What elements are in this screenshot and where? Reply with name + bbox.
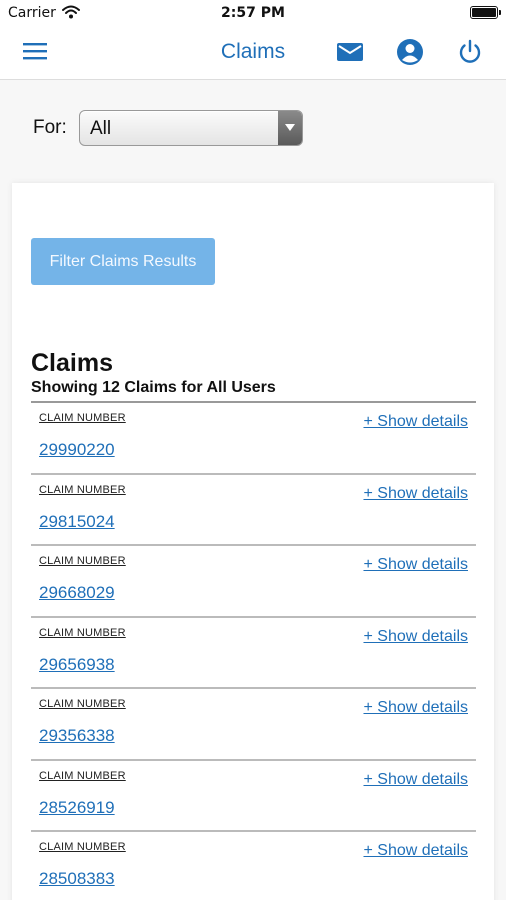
claims-card: Filter Claims Results Claims Showing 12 …: [12, 183, 494, 900]
claim-row: CLAIM NUMBER 28508383 + Show details: [31, 832, 476, 900]
claims-heading: Claims: [31, 349, 113, 377]
filter-claims-button[interactable]: Filter Claims Results: [31, 238, 215, 285]
status-time: 2:57 PM: [221, 5, 285, 21]
claim-number-link[interactable]: 29990220: [39, 440, 115, 460]
claim-number-label: CLAIM NUMBER: [39, 412, 126, 424]
show-details-link[interactable]: + Show details: [363, 771, 468, 789]
claim-row: CLAIM NUMBER 29990220 + Show details: [31, 403, 476, 475]
user-select[interactable]: All: [79, 110, 303, 146]
page-title: Claims: [220, 40, 286, 63]
status-bar: Carrier 2:57 PM: [0, 0, 506, 28]
chevron-down-icon: [278, 111, 302, 145]
claim-number-label: CLAIM NUMBER: [39, 626, 126, 639]
show-details-link[interactable]: + Show details: [363, 485, 468, 503]
show-details-link[interactable]: + Show details: [363, 628, 468, 646]
show-details-link[interactable]: + Show details: [363, 556, 468, 574]
claim-row: CLAIM NUMBER 29656938 + Show details: [31, 618, 476, 689]
mail-icon[interactable]: [336, 38, 366, 68]
claim-row: CLAIM NUMBER 29815024 + Show details: [31, 475, 476, 546]
claim-number-link[interactable]: 29815024: [39, 512, 115, 532]
claim-number-link[interactable]: 29668029: [39, 583, 115, 603]
show-details-link[interactable]: + Show details: [363, 699, 468, 717]
show-details-link[interactable]: + Show details: [363, 842, 468, 860]
claim-number-label: CLAIM NUMBER: [39, 841, 126, 853]
power-icon[interactable]: [456, 38, 486, 68]
claim-number-label: CLAIM NUMBER: [39, 483, 126, 496]
nav-bar: Claims: [0, 28, 506, 80]
claims-count: Showing 12 Claims for All Users: [31, 379, 276, 396]
claim-number-label: CLAIM NUMBER: [39, 698, 126, 710]
battery-icon: [470, 6, 501, 19]
claim-number-label: CLAIM NUMBER: [39, 769, 126, 782]
user-select-value: All: [90, 118, 112, 139]
claim-number-link[interactable]: 28508383: [39, 869, 115, 889]
account-icon[interactable]: [396, 38, 426, 68]
claim-number-link[interactable]: 29656938: [39, 655, 115, 675]
claim-number-label: CLAIM NUMBER: [39, 555, 126, 567]
claim-number-link[interactable]: 29356338: [39, 726, 115, 746]
claim-row: CLAIM NUMBER 29668029 + Show details: [31, 546, 476, 618]
claim-row: CLAIM NUMBER 29356338 + Show details: [31, 689, 476, 761]
claim-number-link[interactable]: 28526919: [39, 798, 115, 818]
claim-row: CLAIM NUMBER 28526919 + Show details: [31, 761, 476, 832]
claims-list: CLAIM NUMBER 29990220 + Show details CLA…: [31, 401, 476, 900]
for-label: For:: [33, 117, 67, 138]
show-details-link[interactable]: + Show details: [363, 413, 468, 431]
